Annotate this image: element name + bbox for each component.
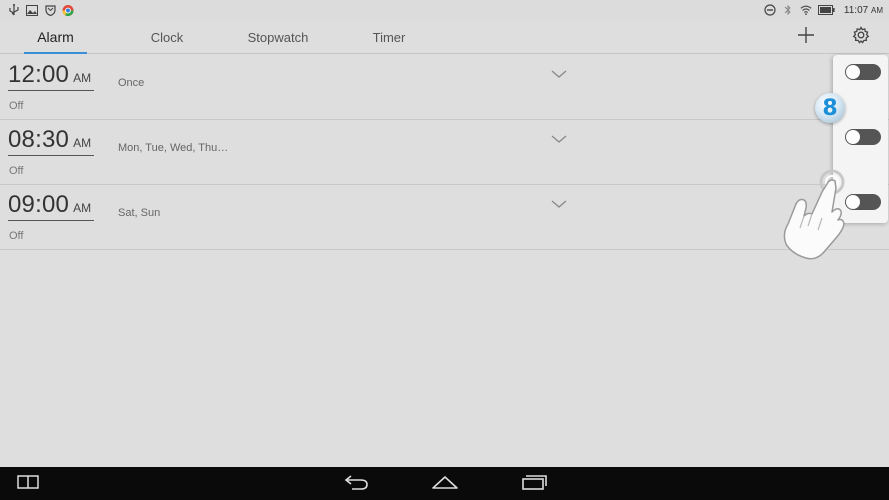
usb-icon (8, 4, 20, 16)
alarm-time: 08:30 (8, 126, 70, 153)
do-not-disturb-icon (764, 4, 776, 16)
bluetooth-icon (782, 4, 794, 16)
alarm-toggle-switch[interactable] (845, 64, 881, 80)
alarm-row[interactable]: 08:30 AM Mon, Tue, Wed, Thu… Off (0, 120, 889, 185)
alarm-ampm: AM (73, 136, 92, 150)
alarm-state: Off (9, 230, 24, 242)
alarm-time-group[interactable]: 08:30 AM (8, 126, 94, 156)
chevron-down-icon[interactable] (550, 67, 568, 79)
alarm-time-group[interactable]: 12:00 AM (8, 61, 94, 91)
alarm-row[interactable]: 12:00 AM Once Off (0, 55, 889, 120)
wifi-icon (800, 4, 812, 16)
alarm-ampm: AM (73, 201, 92, 215)
multi-window-icon (17, 474, 39, 494)
recents-button[interactable] (518, 473, 550, 495)
gear-icon (852, 25, 870, 49)
tab-timer[interactable]: Timer (362, 20, 416, 54)
navigation-bar (0, 467, 889, 500)
tab-clock[interactable]: Clock (137, 20, 197, 54)
chrome-like-app-icon (62, 4, 74, 16)
alarm-repeat: Mon, Tue, Wed, Thu… (118, 142, 229, 154)
back-button[interactable] (340, 473, 372, 495)
back-icon (342, 473, 370, 496)
alarm-state: Off (9, 100, 24, 112)
chevron-down-icon[interactable] (550, 197, 568, 209)
add-alarm-button[interactable] (793, 24, 819, 50)
tab-stopwatch[interactable]: Stopwatch (240, 20, 316, 54)
status-right-icons: 11:07 AM (764, 4, 883, 16)
alarm-repeat: Once (118, 77, 145, 89)
alarm-row[interactable]: 09:00 AM Sat, Sun Off (0, 185, 889, 250)
chevron-down-icon[interactable] (550, 132, 568, 144)
tab-alarm[interactable]: Alarm (24, 20, 87, 54)
pointing-hand-icon (778, 168, 850, 262)
tab-bar: Alarm Clock Stopwatch Timer (0, 20, 889, 54)
multi-window-button[interactable] (16, 473, 40, 495)
home-button[interactable] (429, 473, 461, 495)
alarm-toggle-switch[interactable] (845, 194, 881, 210)
settings-button[interactable] (848, 24, 874, 50)
shield-icon (44, 4, 56, 16)
alarm-ampm: AM (73, 71, 92, 85)
alarm-time: 12:00 (8, 61, 70, 88)
alarm-toggle-switch[interactable] (845, 129, 881, 145)
alarm-state: Off (9, 165, 24, 177)
status-left-icons (8, 4, 74, 16)
plus-icon (797, 26, 815, 49)
alarm-repeat: Sat, Sun (118, 207, 161, 219)
image-icon (26, 4, 38, 16)
recents-icon (521, 474, 547, 495)
tutorial-step-badge: 8 (815, 93, 845, 123)
status-bar: 11:07 AM (0, 0, 889, 20)
status-time: 11:07 AM (843, 4, 883, 16)
alarm-time: 09:00 (8, 191, 70, 218)
alarm-time-group[interactable]: 09:00 AM (8, 191, 94, 221)
battery-icon (818, 4, 836, 16)
home-icon (431, 474, 459, 495)
